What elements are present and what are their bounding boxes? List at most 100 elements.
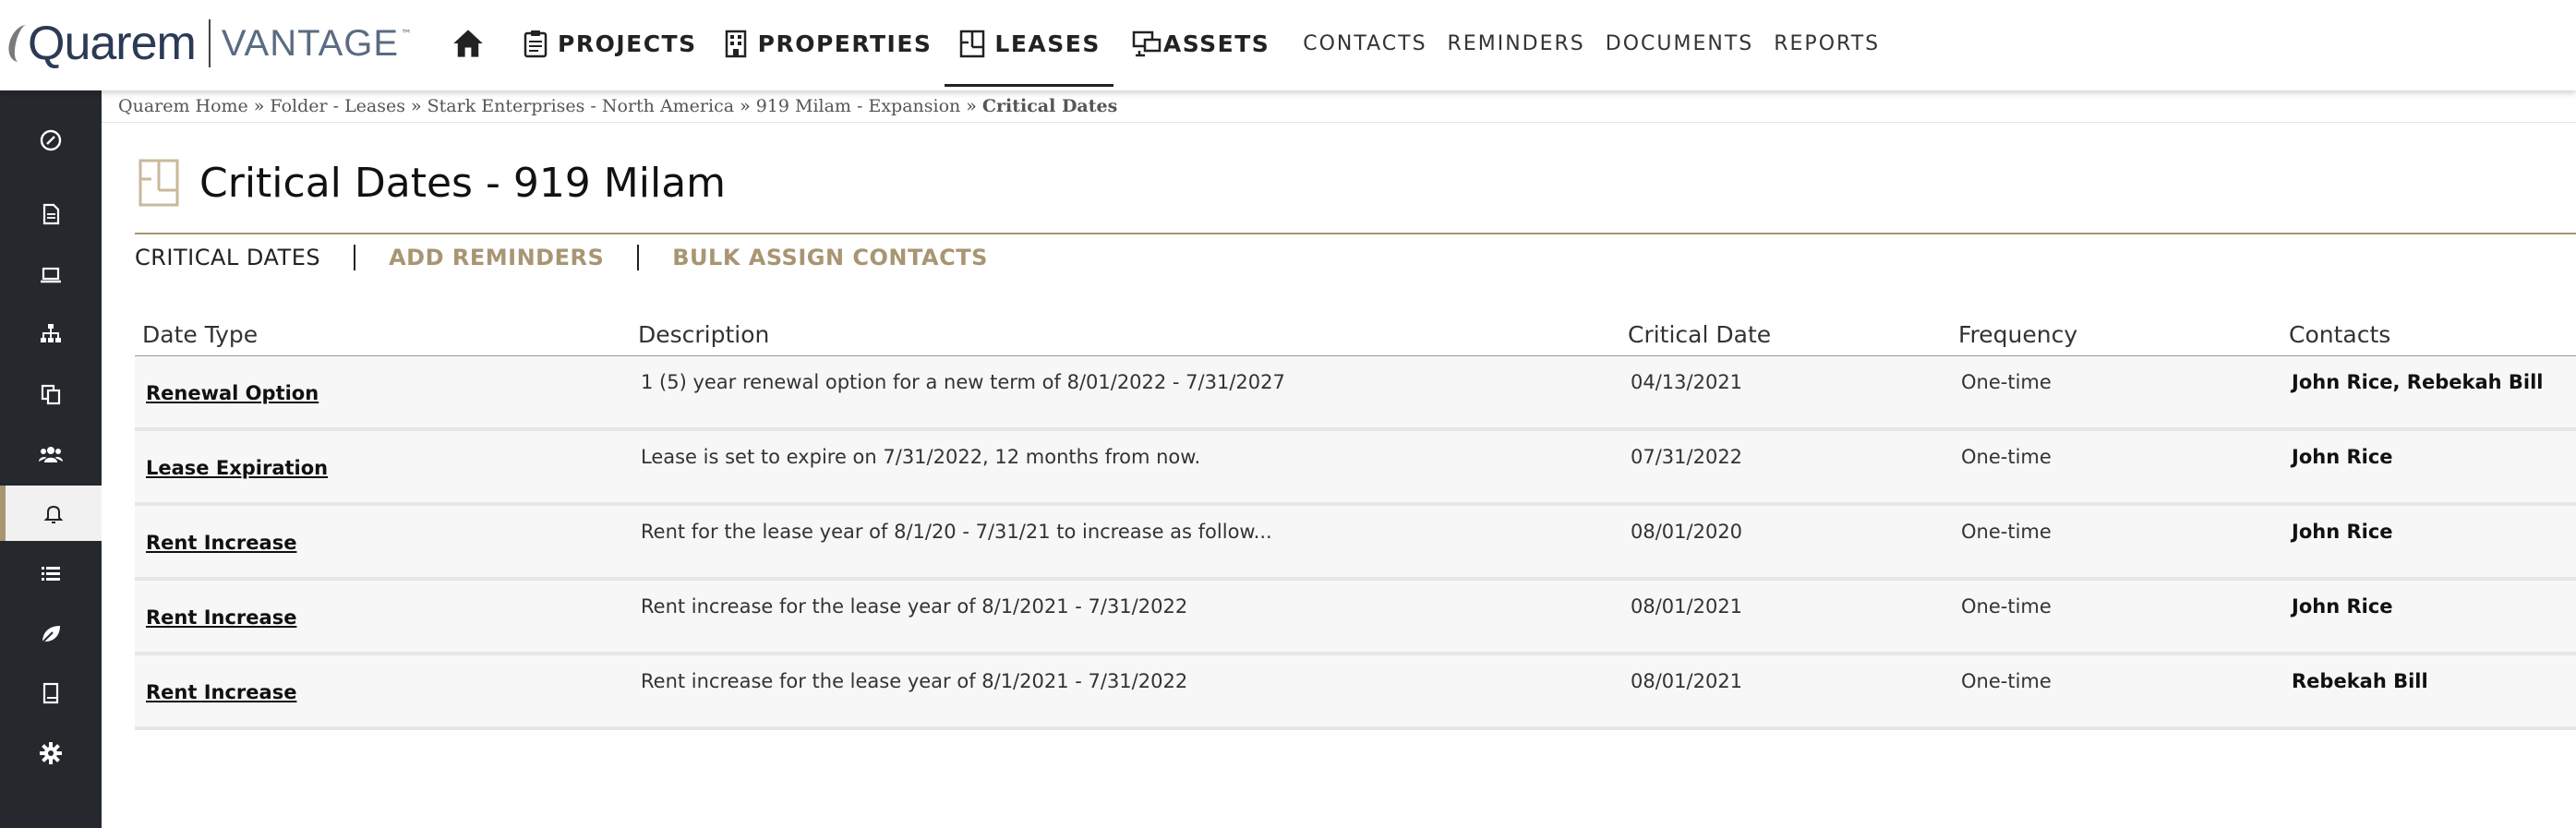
nav-projects-label: PROJECTS xyxy=(558,30,697,57)
nav-reminders[interactable]: REMINDERS xyxy=(1448,0,1585,87)
quarem-logo-mark-icon xyxy=(4,18,28,69)
date-type-link[interactable]: Lease Expiration xyxy=(146,457,328,479)
column-header-frequency[interactable]: Frequency xyxy=(1958,321,2077,348)
copy-icon xyxy=(41,384,61,405)
table-header: Date Type Description Critical Date Freq… xyxy=(135,314,2576,356)
nav-contacts[interactable]: CONTACTS xyxy=(1303,0,1426,87)
row-critical-date: 08/01/2021 xyxy=(1631,595,1743,618)
column-header-date-type[interactable]: Date Type xyxy=(142,321,258,348)
book-icon xyxy=(42,682,59,704)
nav-home[interactable] xyxy=(451,0,486,87)
date-type-link[interactable]: Rent Increase xyxy=(146,681,296,703)
nav-properties-label: PROPERTIES xyxy=(757,30,933,57)
row-critical-date: 04/13/2021 xyxy=(1631,371,1743,393)
nav-documents-label: DOCUMENTS xyxy=(1605,31,1754,55)
row-description: Lease is set to expire on 7/31/2022, 12 … xyxy=(641,446,1201,468)
breadcrumb-divider xyxy=(102,122,2576,123)
floorplan-icon xyxy=(960,30,985,58)
home-icon xyxy=(453,30,483,57)
nav-projects[interactable]: PROJECTS xyxy=(521,0,697,87)
sidebar-item-library[interactable] xyxy=(0,666,102,721)
row-contacts: John Rice xyxy=(2292,446,2393,468)
sidebar-item-sustainability[interactable] xyxy=(0,606,102,662)
breadcrumb-separator: » xyxy=(253,96,265,116)
row-frequency: One-time xyxy=(1961,446,2052,468)
breadcrumb-separator: » xyxy=(966,96,977,116)
nav-reports[interactable]: REPORTS xyxy=(1774,0,1880,87)
column-header-contacts[interactable]: Contacts xyxy=(2289,321,2390,348)
column-header-critical-date[interactable]: Critical Date xyxy=(1628,321,1771,348)
row-description: 1 (5) year renewal option for a new term… xyxy=(641,371,1285,393)
sidebar-item-organization[interactable] xyxy=(0,306,102,361)
users-icon xyxy=(39,447,63,462)
sidebar-item-reminders[interactable] xyxy=(0,486,102,541)
page-header: Critical Dates - 919 Milam xyxy=(138,159,726,207)
row-critical-date: 08/01/2020 xyxy=(1631,521,1743,543)
breadcrumb-link-folder[interactable]: Folder - Leases xyxy=(270,96,405,116)
top-navigation-bar: Quarem VANTAGE ™ PROJECTS PROPERTIES LEA… xyxy=(0,0,2576,90)
title-divider xyxy=(135,233,2576,234)
tab-bulk-assign-contacts[interactable]: BULK ASSIGN CONTACTS xyxy=(672,245,988,270)
sidebar-item-dashboard[interactable] xyxy=(0,113,102,168)
laptop-icon xyxy=(41,267,61,283)
sub-tabs: CRITICAL DATES ADD REMINDERS BULK ASSIGN… xyxy=(135,242,988,273)
sidebar-item-settings[interactable] xyxy=(0,726,102,781)
page-title: Critical Dates - 919 Milam xyxy=(199,159,727,207)
tab-divider xyxy=(354,245,356,270)
sidebar-item-copies[interactable] xyxy=(0,366,102,422)
breadcrumb-separator: » xyxy=(411,96,422,116)
nav-assets-label: ASSETS xyxy=(1162,30,1270,57)
sidebar-item-list[interactable] xyxy=(0,546,102,602)
breadcrumb-link-client[interactable]: Stark Enterprises - North America xyxy=(427,96,734,116)
brand-trademark: ™ xyxy=(401,28,413,41)
nav-leases-label: LEASES xyxy=(994,30,1101,57)
date-type-link[interactable]: Renewal Option xyxy=(146,382,319,404)
row-frequency: One-time xyxy=(1961,670,2052,692)
nav-reports-label: REPORTS xyxy=(1774,31,1881,55)
row-contacts: John Rice, Rebekah Bill xyxy=(2292,371,2544,393)
brand-name: Quarem xyxy=(28,17,197,70)
assets-icon xyxy=(1132,30,1162,57)
row-description: Rent for the lease year of 8/1/20 - 7/31… xyxy=(641,521,1272,543)
list-icon xyxy=(42,567,60,581)
sidebar xyxy=(0,90,102,828)
sidebar-item-contacts[interactable] xyxy=(0,426,102,482)
date-type-link[interactable]: Rent Increase xyxy=(146,532,296,554)
nav-contacts-label: CONTACTS xyxy=(1303,31,1427,55)
nav-leases[interactable]: LEASES xyxy=(945,0,1114,87)
column-header-description[interactable]: Description xyxy=(638,321,769,348)
date-type-link[interactable]: Rent Increase xyxy=(146,606,296,629)
table-row: Lease Expiration Lease is set to expire … xyxy=(135,431,2576,506)
row-frequency: One-time xyxy=(1961,595,2052,618)
row-contacts: John Rice xyxy=(2292,521,2393,543)
building-icon xyxy=(725,30,746,58)
row-description: Rent increase for the lease year of 8/1/… xyxy=(641,595,1188,618)
floorplan-icon xyxy=(138,159,179,207)
sidebar-item-documents[interactable] xyxy=(0,186,102,242)
table-row: Rent Increase Rent for the lease year of… xyxy=(135,506,2576,581)
row-critical-date: 08/01/2021 xyxy=(1631,670,1743,692)
row-contacts: Rebekah Bill xyxy=(2292,670,2428,692)
row-frequency: One-time xyxy=(1961,371,2052,393)
table-row: Rent Increase Rent increase for the leas… xyxy=(135,655,2576,730)
bell-icon xyxy=(43,505,64,523)
row-contacts: John Rice xyxy=(2292,595,2393,618)
tab-critical-dates[interactable]: CRITICAL DATES xyxy=(135,245,320,270)
tab-divider xyxy=(637,245,640,270)
breadcrumb-separator: » xyxy=(740,96,751,116)
org-chart-icon xyxy=(41,324,61,342)
row-description: Rent increase for the lease year of 8/1/… xyxy=(641,670,1188,692)
sidebar-item-assets[interactable] xyxy=(0,247,102,303)
clipboard-icon xyxy=(524,30,548,58)
nav-assets[interactable]: ASSETS xyxy=(1132,0,1270,87)
nav-reminders-label: REMINDERS xyxy=(1447,31,1585,55)
nav-properties[interactable]: PROPERTIES xyxy=(721,0,933,87)
table-row: Renewal Option 1 (5) year renewal option… xyxy=(135,356,2576,431)
nav-documents[interactable]: DOCUMENTS xyxy=(1606,0,1753,87)
main-nav: PROJECTS PROPERTIES LEASES ASSETS CONTAC… xyxy=(451,0,1880,87)
tab-add-reminders[interactable]: ADD REMINDERS xyxy=(389,245,604,270)
breadcrumb-link-home[interactable]: Quarem Home xyxy=(118,96,248,116)
breadcrumb-link-lease[interactable]: 919 Milam - Expansion xyxy=(756,96,961,116)
breadcrumb-current: Critical Dates xyxy=(981,96,1118,116)
brand-logo[interactable]: Quarem VANTAGE ™ xyxy=(4,13,412,74)
